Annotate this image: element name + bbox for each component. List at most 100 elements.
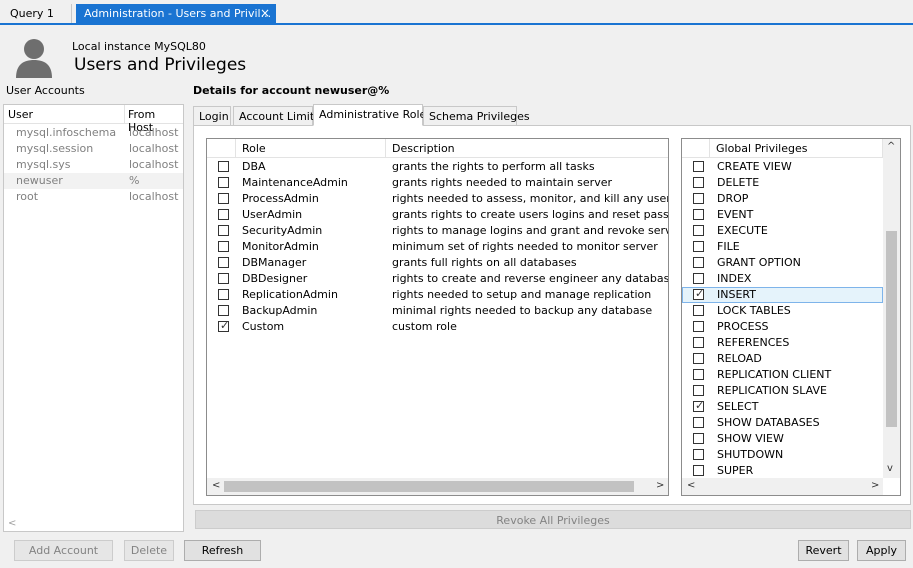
tab-administration-users[interactable]: Administration - Users and Privil... × — [76, 4, 276, 23]
privilege-row-grant-option[interactable]: GRANT OPTION — [682, 255, 883, 271]
tab-login[interactable]: Login — [193, 106, 231, 126]
role-checkbox[interactable] — [218, 161, 229, 172]
column-divider[interactable] — [124, 105, 125, 123]
privilege-row-insert[interactable]: ✓ INSERT — [682, 287, 883, 303]
delete-button[interactable]: Delete — [124, 540, 174, 561]
tab-account-limits[interactable]: Account Limits — [233, 106, 320, 126]
role-row-dba[interactable]: DBA grants the rights to perform all tas… — [207, 159, 668, 175]
scroll-left-arrow-icon[interactable]: < — [212, 480, 220, 491]
column-header-description[interactable]: Description — [386, 139, 668, 158]
tab-administrative-roles[interactable]: Administrative Roles — [313, 104, 432, 126]
privilege-checkbox[interactable] — [693, 337, 704, 348]
privilege-row-super[interactable]: SUPER — [682, 463, 883, 479]
scroll-up-arrow-icon[interactable]: ^ — [887, 141, 895, 152]
privilege-checkbox[interactable] — [693, 257, 704, 268]
role-row-replicationadmin[interactable]: ReplicationAdmin rights needed to setup … — [207, 287, 668, 303]
user-row-mysql-sys[interactable]: mysql.sys localhost — [4, 157, 183, 173]
scroll-left-arrow-icon[interactable]: < — [687, 480, 695, 491]
privilege-checkbox[interactable] — [693, 321, 704, 332]
role-checkbox[interactable] — [218, 177, 229, 188]
role-checkbox[interactable] — [218, 289, 229, 300]
privilege-row-show-view[interactable]: SHOW VIEW — [682, 431, 883, 447]
user-accounts-list[interactable]: User From Host mysql.infoschema localhos… — [3, 104, 184, 532]
scroll-left-arrow-icon[interactable]: < — [8, 518, 16, 529]
roles-table[interactable]: Role Description DBA grants the rights t… — [206, 138, 669, 496]
column-header-global-privileges[interactable]: Global Privileges — [710, 139, 883, 158]
privilege-row-show-databases[interactable]: SHOW DATABASES — [682, 415, 883, 431]
privilege-row-replication-client[interactable]: REPLICATION CLIENT — [682, 367, 883, 383]
privilege-checkbox-checked[interactable]: ✓ — [693, 287, 704, 300]
role-row-maintenanceadmin[interactable]: MaintenanceAdmin grants rights needed to… — [207, 175, 668, 191]
revoke-all-privileges-button[interactable]: Revoke All Privileges — [195, 510, 911, 529]
privilege-row-drop[interactable]: DROP — [682, 191, 883, 207]
privilege-row-references[interactable]: REFERENCES — [682, 335, 883, 351]
privilege-checkbox[interactable] — [693, 305, 704, 316]
privilege-checkbox[interactable] — [693, 385, 704, 396]
scrollbar-thumb[interactable] — [886, 231, 897, 427]
role-row-processadmin[interactable]: ProcessAdmin rights needed to assess, mo… — [207, 191, 668, 207]
role-row-dbdesigner[interactable]: DBDesigner rights to create and reverse … — [207, 271, 668, 287]
privilege-row-reload[interactable]: RELOAD — [682, 351, 883, 367]
privilege-row-execute[interactable]: EXECUTE — [682, 223, 883, 239]
privilege-checkbox[interactable] — [693, 177, 704, 188]
column-header-role[interactable]: Role — [236, 139, 386, 158]
privilege-checkbox[interactable] — [693, 225, 704, 236]
privilege-checkbox[interactable] — [693, 433, 704, 444]
scroll-right-arrow-icon[interactable]: > — [871, 480, 879, 491]
privilege-checkbox[interactable] — [693, 209, 704, 220]
role-row-securityadmin[interactable]: SecurityAdmin rights to manage logins an… — [207, 223, 668, 239]
apply-button[interactable]: Apply — [857, 540, 906, 561]
privilege-checkbox-checked[interactable]: ✓ — [693, 399, 704, 412]
privilege-checkbox[interactable] — [693, 465, 704, 476]
privileges-vertical-scrollbar[interactable]: ^ v — [883, 139, 900, 478]
privilege-checkbox[interactable] — [693, 369, 704, 380]
role-checkbox[interactable] — [218, 305, 229, 316]
column-header-check[interactable] — [207, 139, 236, 158]
privilege-checkbox[interactable] — [693, 353, 704, 364]
role-checkbox[interactable] — [218, 273, 229, 284]
privilege-checkbox[interactable] — [693, 193, 704, 204]
privilege-checkbox[interactable] — [693, 161, 704, 172]
privileges-horizontal-scrollbar[interactable]: < > — [682, 478, 883, 495]
add-account-button[interactable]: Add Account — [14, 540, 113, 561]
column-header-user[interactable]: User — [8, 108, 33, 121]
role-row-dbmanager[interactable]: DBManager grants full rights on all data… — [207, 255, 668, 271]
role-row-custom[interactable]: ✓ Custom custom role — [207, 319, 668, 335]
privilege-checkbox[interactable] — [693, 273, 704, 284]
privilege-row-replication-slave[interactable]: REPLICATION SLAVE — [682, 383, 883, 399]
role-checkbox[interactable] — [218, 241, 229, 252]
privilege-row-process[interactable]: PROCESS — [682, 319, 883, 335]
privilege-row-lock-tables[interactable]: LOCK TABLES — [682, 303, 883, 319]
scroll-down-arrow-icon[interactable]: v — [887, 463, 893, 474]
privilege-checkbox[interactable] — [693, 449, 704, 460]
tab-query-1[interactable]: Query 1 — [2, 4, 72, 23]
privilege-row-create-view[interactable]: CREATE VIEW — [682, 159, 883, 175]
user-row-newuser[interactable]: newuser % — [4, 173, 183, 189]
privilege-row-shutdown[interactable]: SHUTDOWN — [682, 447, 883, 463]
role-checkbox[interactable] — [218, 209, 229, 220]
roles-horizontal-scrollbar[interactable]: < > — [207, 478, 668, 495]
tab-schema-privileges[interactable]: Schema Privileges — [423, 106, 530, 126]
privilege-row-file[interactable]: FILE — [682, 239, 883, 255]
user-row-root[interactable]: root localhost — [4, 189, 183, 205]
privilege-checkbox[interactable] — [693, 241, 704, 252]
privilege-row-delete[interactable]: DELETE — [682, 175, 883, 191]
role-row-backupadmin[interactable]: BackupAdmin minimal rights needed to bac… — [207, 303, 668, 319]
role-checkbox[interactable] — [218, 257, 229, 268]
privilege-row-event[interactable]: EVENT — [682, 207, 883, 223]
scrollbar-thumb[interactable] — [224, 481, 634, 492]
revert-button[interactable]: Revert — [798, 540, 849, 561]
scroll-right-arrow-icon[interactable]: > — [656, 480, 664, 491]
column-header-check[interactable] — [682, 139, 710, 158]
role-checkbox[interactable] — [218, 193, 229, 204]
privilege-row-select[interactable]: ✓ SELECT — [682, 399, 883, 415]
role-row-useradmin[interactable]: UserAdmin grants rights to create users … — [207, 207, 668, 223]
privilege-row-index[interactable]: INDEX — [682, 271, 883, 287]
role-row-monitoradmin[interactable]: MonitorAdmin minimum set of rights neede… — [207, 239, 668, 255]
refresh-button[interactable]: Refresh — [184, 540, 261, 561]
role-checkbox-checked[interactable]: ✓ — [218, 319, 229, 332]
close-icon[interactable]: × — [260, 4, 270, 23]
privilege-checkbox[interactable] — [693, 417, 704, 428]
user-row-mysql-session[interactable]: mysql.session localhost — [4, 141, 183, 157]
global-privileges-list[interactable]: Global Privileges CREATE VIEW DELETE DRO… — [681, 138, 901, 496]
